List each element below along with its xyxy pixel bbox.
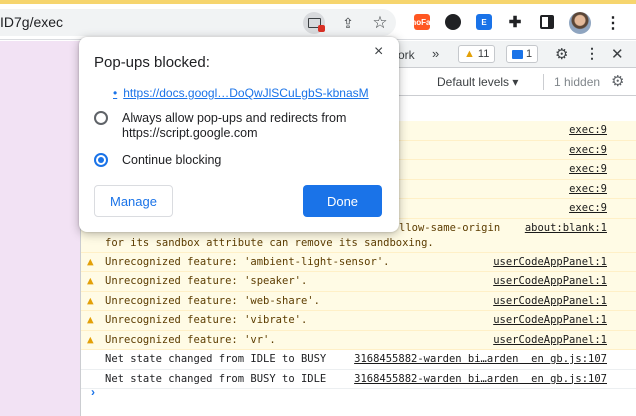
- console-row-info: Net state changed from BUSY to IDLE 3168…: [81, 369, 636, 389]
- console-source-link[interactable]: exec:9: [569, 202, 607, 214]
- warnings-count: 11: [477, 48, 490, 60]
- warning-icon: ▲: [464, 48, 475, 60]
- console-message: Unrecognized feature: 'web-share'.: [105, 294, 320, 307]
- popups-blocked-dialog: Pop-ups blocked: × • https://docs.googl…D…: [79, 37, 399, 232]
- warnings-badge[interactable]: ▲ 11: [458, 45, 496, 63]
- console-source-link[interactable]: exec:9: [569, 144, 607, 156]
- done-button[interactable]: Done: [303, 185, 382, 217]
- log-levels-dropdown[interactable]: Default levels ▾: [437, 75, 518, 89]
- tab-network[interactable]: ork: [398, 48, 415, 62]
- bookmark-star-icon[interactable]: ☆: [369, 12, 391, 34]
- manage-button[interactable]: Manage: [94, 185, 173, 217]
- console-source-link[interactable]: userCodeAppPanel:1: [493, 334, 607, 346]
- extension-blue-icon[interactable]: E: [476, 14, 492, 30]
- console-source-link[interactable]: exec:9: [569, 183, 607, 195]
- address-url[interactable]: ID7g/exec: [0, 14, 63, 30]
- console-row-warning: ▲ Unrecognized feature: 'vibrate'. userC…: [81, 311, 636, 331]
- warning-icon: ▲: [87, 274, 94, 287]
- blocked-popup-url[interactable]: https://docs.googl…DoQwJlSCuLgbS-kbnasM: [123, 86, 368, 100]
- console-row-warning: ▲ Unrecognized feature: 'speaker'. userC…: [81, 272, 636, 292]
- warning-icon: ▲: [87, 332, 94, 346]
- console-source-link[interactable]: about:blank:1: [525, 222, 607, 234]
- console-message: Unrecognized feature: 'vr'.: [105, 333, 276, 346]
- console-message: Unrecognized feature: 'ambient-light-sen…: [105, 255, 390, 268]
- divider: [543, 74, 544, 90]
- warning-icon: ▲: [87, 293, 94, 307]
- console-source-link[interactable]: exec:9: [569, 163, 607, 175]
- web-page-area: [0, 41, 80, 416]
- messages-count: 1: [526, 48, 533, 60]
- console-message: Unrecognized feature: 'speaker'.: [105, 275, 308, 287]
- more-tabs-button[interactable]: »: [432, 46, 439, 61]
- console-source-link[interactable]: userCodeAppPanel:1: [493, 256, 607, 268]
- allow-popups-radio[interactable]: [94, 111, 108, 125]
- console-message: Net state changed from IDLE to BUSY: [105, 353, 327, 365]
- continue-blocking-label[interactable]: Continue blocking: [122, 153, 221, 168]
- console-row-warning: ▲ Unrecognized feature: 'web-share'. use…: [81, 291, 636, 311]
- console-source-link[interactable]: userCodeAppPanel:1: [493, 295, 607, 307]
- dialog-title: Pop-ups blocked:: [94, 54, 210, 71]
- console-source-link[interactable]: userCodeAppPanel:1: [493, 275, 607, 287]
- share-icon[interactable]: ⇪: [337, 12, 359, 34]
- console-message-continued: for its sandbox attribute can remove its…: [105, 236, 434, 249]
- address-bar[interactable]: ID7g/exec ⇪ ☆: [0, 9, 396, 36]
- console-source-link[interactable]: userCodeAppPanel:1: [493, 314, 607, 326]
- close-icon[interactable]: ×: [374, 43, 383, 61]
- blocked-popup-link[interactable]: • https://docs.googl…DoQwJlSCuLgbS-kbnasM: [113, 86, 369, 100]
- browser-menu-icon[interactable]: ⋮: [605, 13, 621, 33]
- console-message: Net state changed from BUSY to IDLE: [105, 372, 327, 385]
- console-row-info: Net state changed from IDLE to BUSY 3168…: [81, 350, 636, 370]
- profile-avatar[interactable]: [569, 12, 591, 34]
- console-settings-gear-icon[interactable]: ⚙: [611, 72, 624, 90]
- side-panel-icon[interactable]: [539, 14, 555, 30]
- browser-toolbar: ID7g/exec ⇪ ☆ noFai E ✚ ⋮: [0, 4, 636, 40]
- console-row-warning: ▲ Unrecognized feature: 'vr'. userCodeAp…: [81, 330, 636, 350]
- devtools-menu-icon[interactable]: ⋮: [585, 45, 599, 62]
- extension-orange-icon[interactable]: noFai: [411, 14, 433, 30]
- console-source-link[interactable]: 3168455882-warden bi…arden en gb.js:107: [354, 353, 607, 365]
- bullet: •: [113, 86, 118, 100]
- console-source-link[interactable]: 3168455882-warden bi…arden en gb.js:107: [354, 373, 607, 385]
- devtools-close-icon[interactable]: ✕: [611, 45, 624, 63]
- allow-popups-label[interactable]: Always allow pop-ups and redirects from …: [122, 111, 390, 141]
- extensions-puzzle-icon[interactable]: ✚: [507, 14, 523, 31]
- extension-dark-circle-icon[interactable]: [445, 14, 461, 30]
- warning-icon: ▲: [87, 313, 94, 326]
- devtools-settings-gear-icon[interactable]: ⚙: [555, 45, 568, 63]
- messages-badge[interactable]: 1: [506, 45, 539, 63]
- console-message: llow-same-origin: [399, 221, 501, 234]
- console-message: Unrecognized feature: 'vibrate'.: [105, 314, 308, 326]
- console-prompt[interactable]: ›: [91, 385, 95, 399]
- console-source-link[interactable]: exec:9: [569, 124, 607, 136]
- console-row-warning: ▲ Unrecognized feature: 'ambient-light-s…: [81, 252, 636, 272]
- warning-icon: ▲: [87, 254, 94, 268]
- hidden-messages-count[interactable]: 1 hidden: [554, 75, 600, 89]
- message-icon: [512, 49, 523, 59]
- continue-blocking-radio[interactable]: [94, 153, 108, 167]
- popup-blocked-icon[interactable]: [303, 12, 325, 34]
